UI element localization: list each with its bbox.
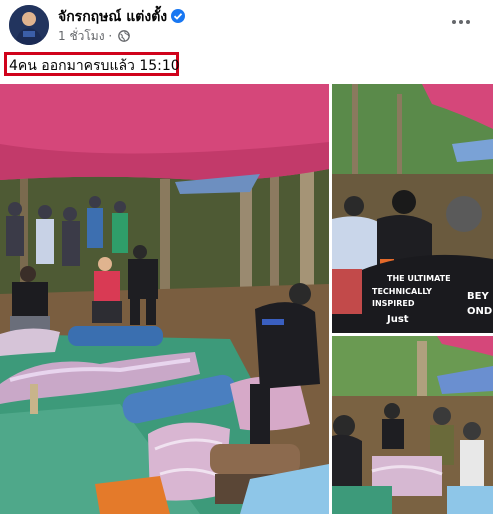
more-options-icon[interactable] (449, 10, 473, 34)
shirt-text-1: THE ULTIMATE (387, 274, 451, 283)
shirt-text-3: INSPIRED (372, 299, 415, 308)
globe-icon (118, 30, 130, 42)
shirt-text-6: OND (467, 306, 492, 317)
post-timestamp[interactable]: 1 ชั่วโมง (58, 29, 105, 43)
post-caption: 4คน ออกมาครบแล้ว 15:10 (9, 58, 180, 74)
author-name-row: จักรกฤษณ์ แต่งตั้ง (58, 6, 186, 28)
post-meta: 1 ชั่วโมง · (58, 27, 130, 46)
shirt-text-5: BEY (467, 291, 489, 302)
author-avatar[interactable] (9, 5, 49, 45)
photo-rescue-scene-main[interactable] (0, 84, 329, 514)
shirt-text-2: TECHNICALLY (372, 287, 432, 296)
photo-rescuer-shirt[interactable]: THE ULTIMATE TECHNICALLY INSPIRED Just B… (332, 84, 493, 333)
author-name[interactable]: จักรกฤษณ์ แต่งตั้ง (58, 9, 167, 25)
photo-rescue-group[interactable] (332, 336, 493, 514)
post-header: จักรกฤษณ์ แต่งตั้ง 1 ชั่วโมง · (0, 0, 493, 48)
shirt-text-4: Just (386, 314, 409, 325)
verified-badge-icon (171, 9, 186, 23)
